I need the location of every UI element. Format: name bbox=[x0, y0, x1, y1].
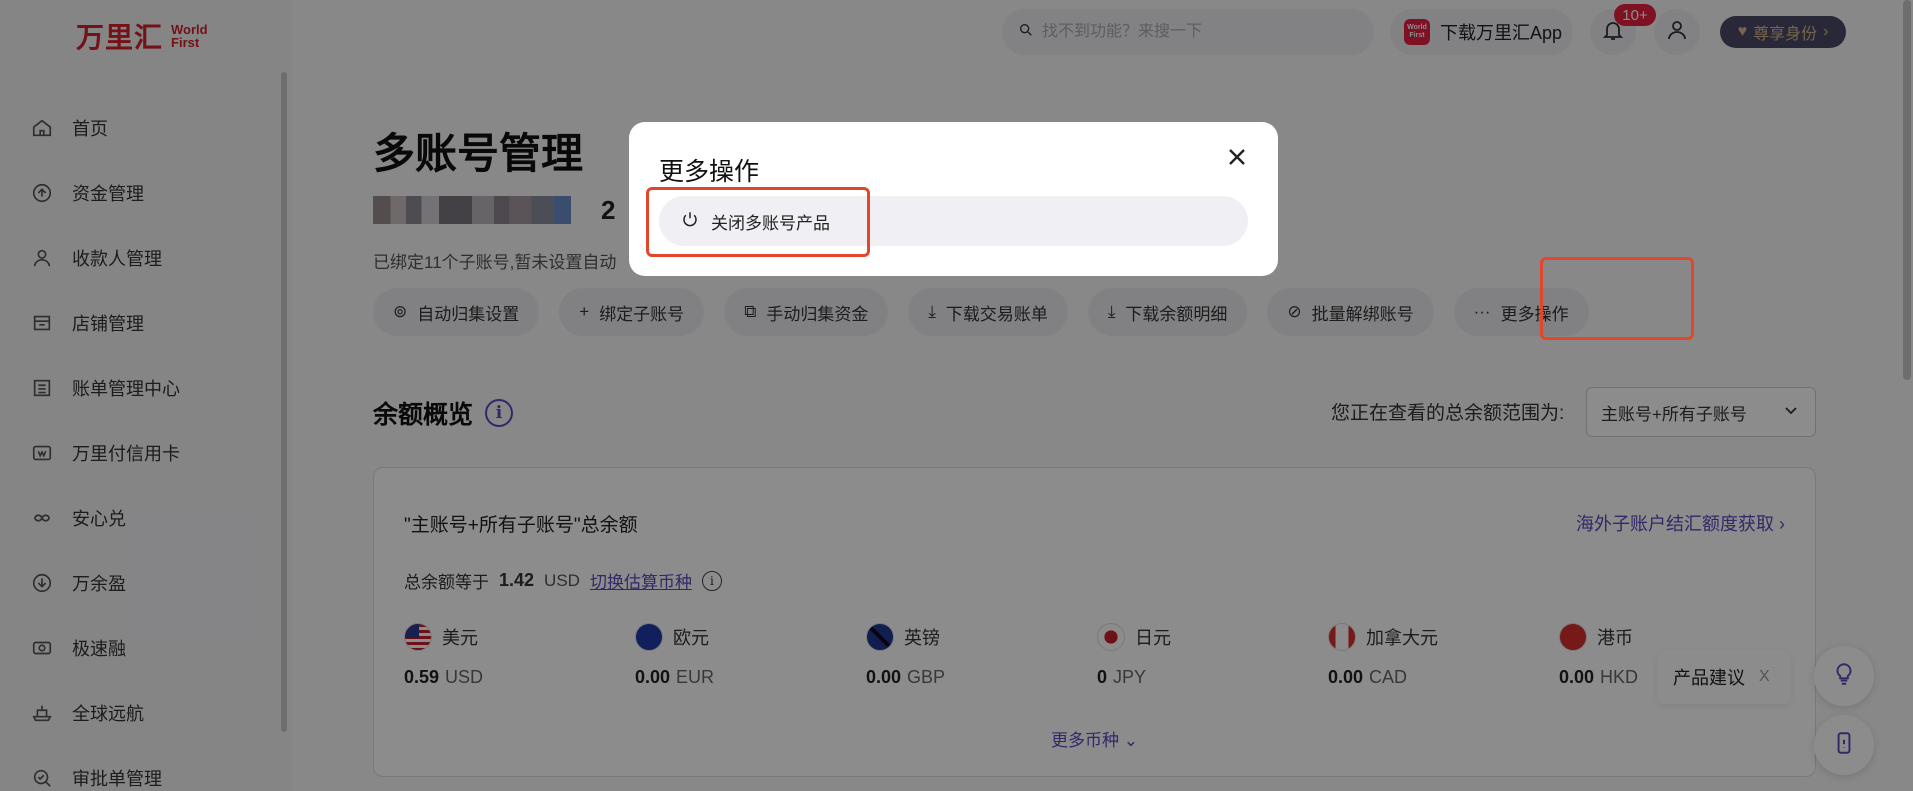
app-root: 万里汇 World First 首页 资金管理 收款人管理 店铺管理 账单管理中… bbox=[0, 0, 1913, 791]
close-icon bbox=[1225, 145, 1249, 174]
more-actions-highlight bbox=[1540, 257, 1694, 340]
modal-overlay[interactable] bbox=[0, 0, 1913, 791]
modal-title: 更多操作 bbox=[659, 158, 760, 186]
option-highlight bbox=[646, 187, 870, 257]
close-button[interactable] bbox=[1222, 144, 1252, 174]
